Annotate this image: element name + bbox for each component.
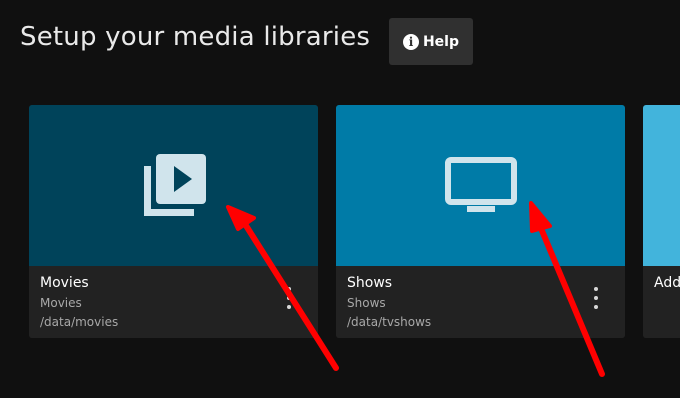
help-button[interactable]: i Help xyxy=(389,18,473,65)
library-card-image[interactable] xyxy=(336,105,625,266)
library-card-image[interactable] xyxy=(643,105,680,266)
page-title: Setup your media libraries xyxy=(20,22,371,52)
media-libraries-page: Setup your media libraries i Help Movies… xyxy=(0,0,680,398)
library-path: /data/tvshows xyxy=(347,315,432,329)
library-name: Add xyxy=(654,275,680,291)
more-options-button[interactable] xyxy=(282,287,296,309)
tv-icon xyxy=(444,156,517,212)
library-type: Shows xyxy=(347,296,386,310)
library-card-shows[interactable]: Shows Shows /data/tvshows xyxy=(336,105,625,338)
add-library-card[interactable]: Add xyxy=(643,105,680,338)
library-name: Movies xyxy=(40,275,89,291)
library-card-movies[interactable]: Movies Movies /data/movies xyxy=(29,105,318,338)
info-icon: i xyxy=(402,33,419,50)
library-card-image[interactable] xyxy=(29,105,318,266)
video-library-icon xyxy=(143,153,206,216)
library-type: Movies xyxy=(40,296,82,310)
library-path: /data/movies xyxy=(40,315,119,329)
more-options-button[interactable] xyxy=(589,287,603,309)
help-label: Help xyxy=(422,33,460,50)
library-name: Shows xyxy=(347,275,393,291)
